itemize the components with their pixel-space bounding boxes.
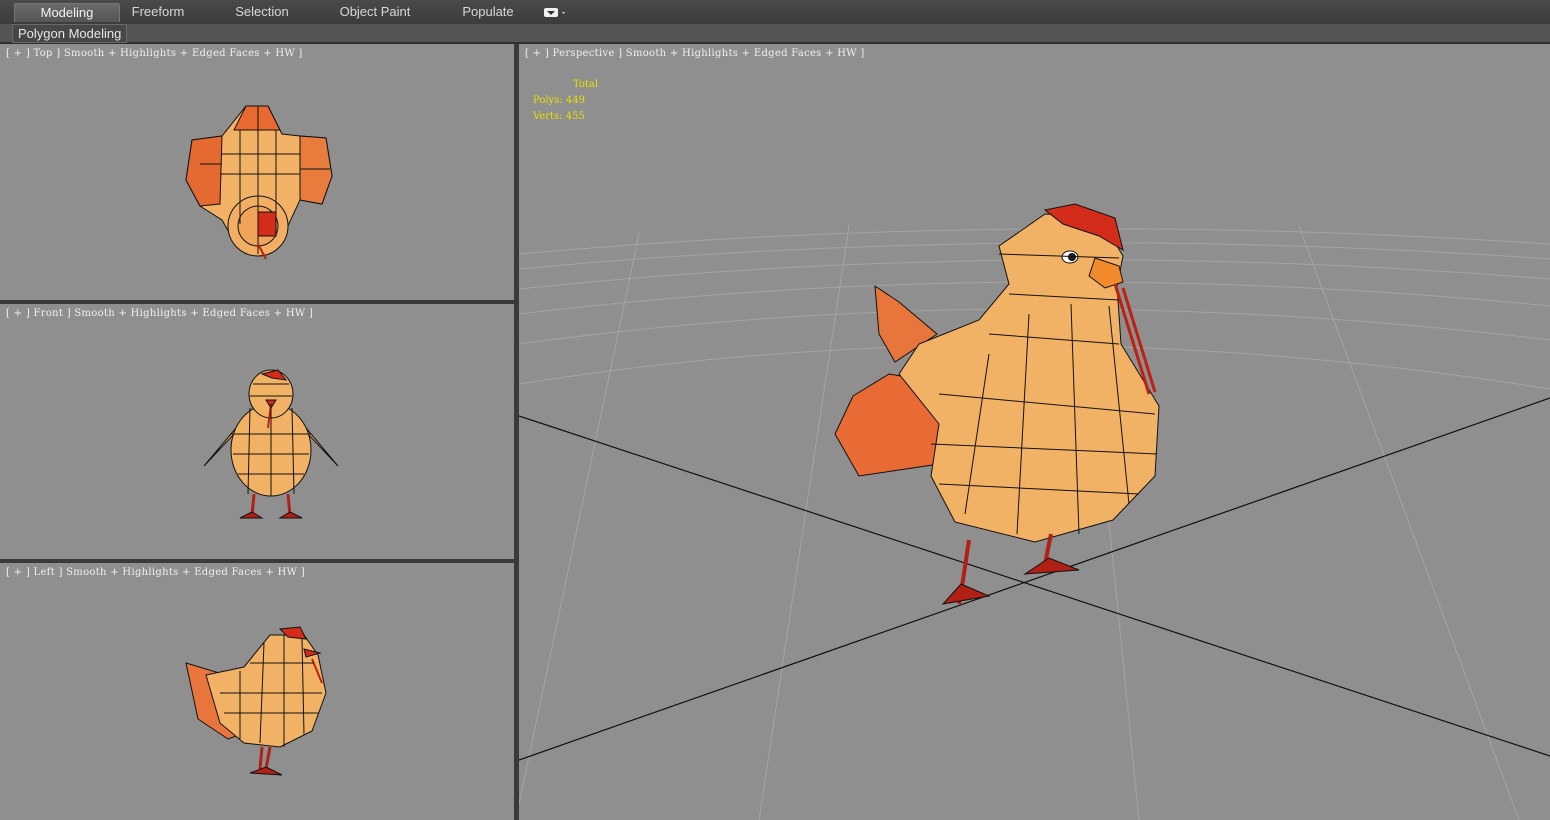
tab-freeform[interactable]: Freeform [118, 3, 198, 21]
tab-modeling[interactable]: Modeling [14, 3, 120, 22]
tab-object-paint[interactable]: Object Paint [332, 3, 418, 21]
chicken-left-view [185, 626, 327, 776]
perspective-scene [519, 203, 1550, 820]
ribbon-panel-bar: Polygon Modeling [0, 24, 1550, 44]
viewport-left[interactable]: [ + ] Left ] Smooth + Highlights + Edged… [0, 563, 514, 820]
tab-selection[interactable]: Selection [222, 3, 302, 21]
viewport-front[interactable]: [ + ] Front ] Smooth + Highlights + Edge… [0, 304, 514, 559]
ribbon-toolbar: Modeling Freeform Selection Object Paint… [0, 0, 1550, 25]
chicken-front-view [203, 369, 339, 519]
chicken-model [834, 203, 1160, 605]
polygon-modeling-panel[interactable]: Polygon Modeling [12, 24, 128, 43]
dropdown-toggle-icon[interactable] [544, 6, 568, 18]
tab-populate[interactable]: Populate [452, 3, 524, 21]
viewport-top[interactable]: [ + ] Top ] Smooth + Highlights + Edged … [0, 44, 514, 300]
chicken-top-view [185, 105, 333, 260]
viewport-perspective[interactable]: [ + ] Perspective ] Smooth + Highlights … [519, 44, 1550, 820]
